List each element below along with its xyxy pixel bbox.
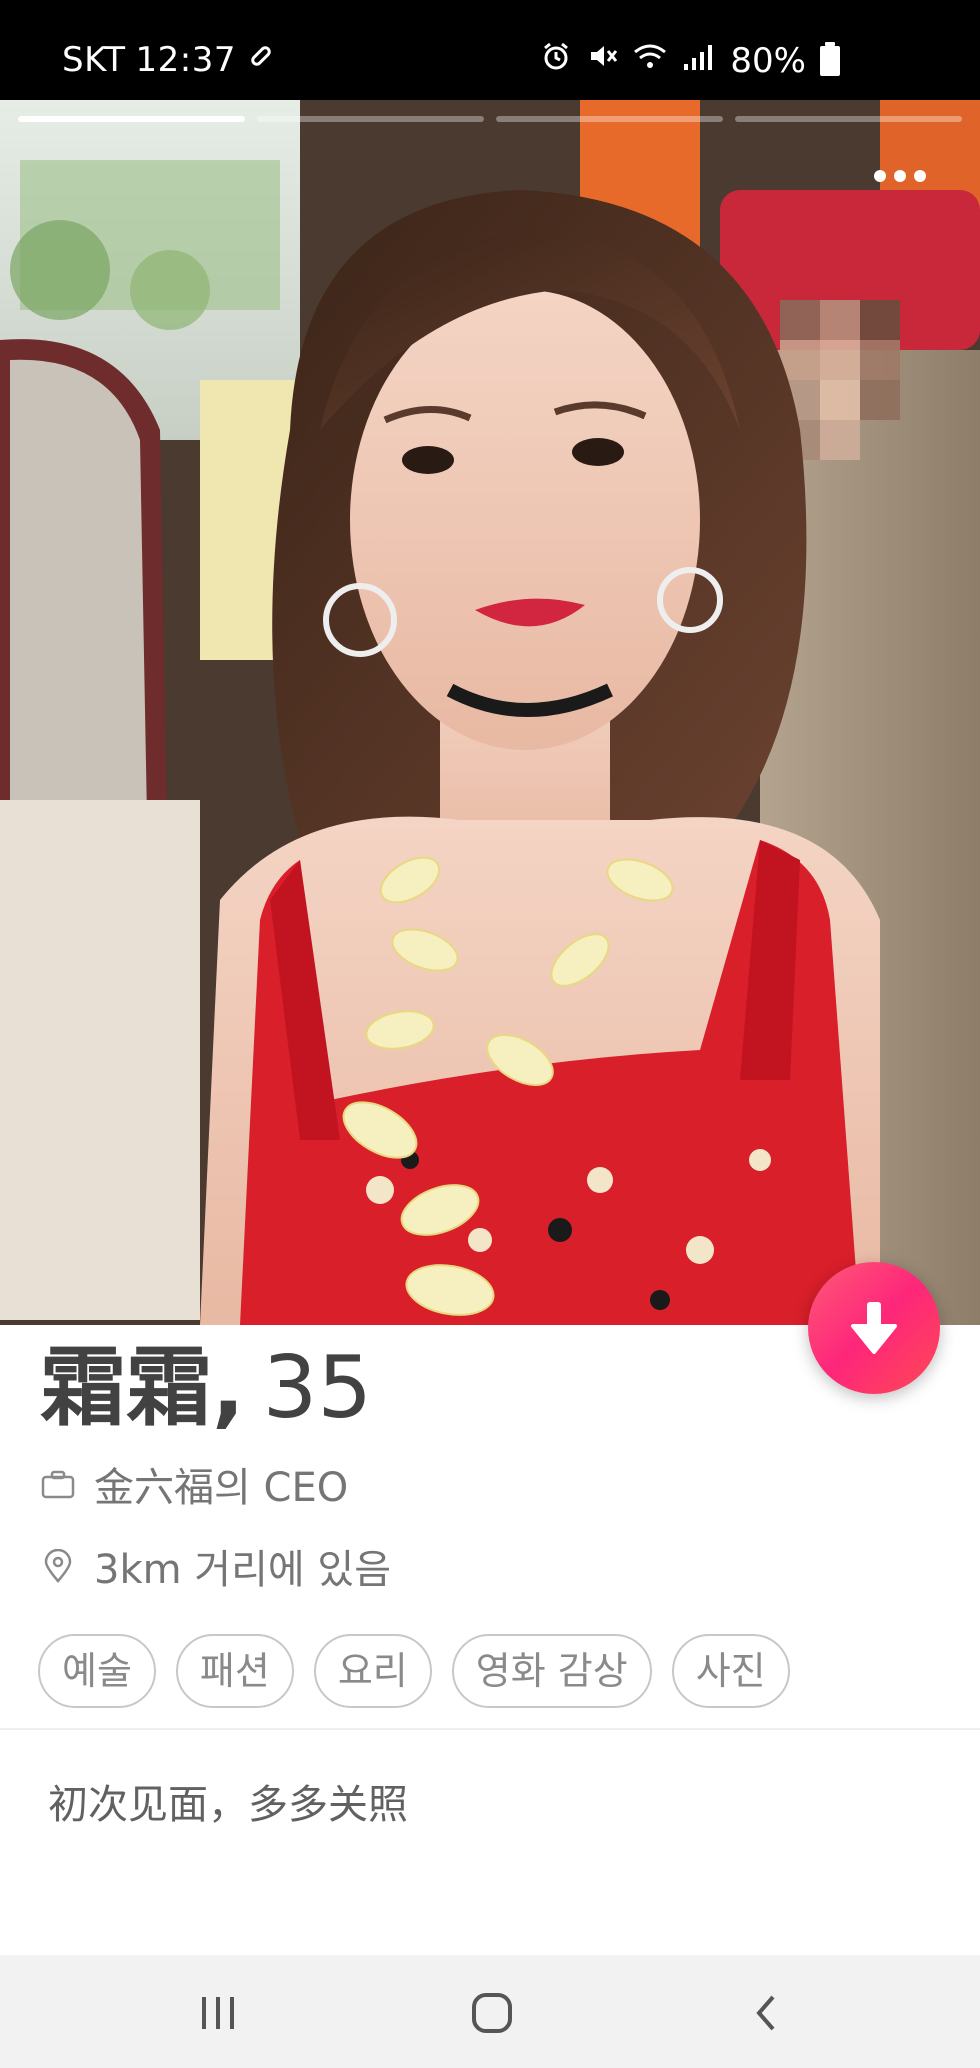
distance-text: 3km 거리에 있음 xyxy=(94,1547,392,1593)
progress-segment xyxy=(18,116,245,122)
dot xyxy=(874,170,886,182)
home-icon[interactable] xyxy=(462,1991,522,2035)
name-row: 霜霜 , 35 xyxy=(40,1345,940,1431)
screen: SKT 12:37 80% 霜霜 , 35 金六福의 CEO 3km 거리에 있… xyxy=(0,0,980,2068)
back-icon[interactable] xyxy=(736,1991,796,2035)
profile-photo[interactable] xyxy=(0,100,980,1325)
profile-age: 35 xyxy=(262,1338,373,1438)
briefcase-icon xyxy=(40,1466,76,1502)
recent-apps-icon[interactable] xyxy=(188,1991,248,2035)
interest-tag: 패션 xyxy=(175,1634,294,1708)
photo-illustration xyxy=(0,100,980,1325)
interest-tag: 사진 xyxy=(671,1634,790,1708)
key-icon xyxy=(246,40,276,80)
photo-progress xyxy=(18,116,962,124)
status-right: 80% xyxy=(540,40,840,81)
name-separator: , xyxy=(212,1338,245,1438)
carrier-label: SKT xyxy=(62,40,126,80)
dot xyxy=(914,170,926,182)
status-bar: SKT 12:37 80% xyxy=(0,0,980,100)
interest-tag: 예술 xyxy=(38,1634,156,1708)
signal-icon xyxy=(682,41,716,81)
status-left: SKT 12:37 xyxy=(62,40,276,80)
profile-bio: 初次见面，多多关照 xyxy=(48,1782,408,1828)
profile-name: 霜霜 xyxy=(40,1338,212,1438)
interest-tag: 영화 감상 xyxy=(451,1634,652,1708)
alarm-icon xyxy=(540,40,572,81)
section-divider xyxy=(0,1728,980,1730)
dot xyxy=(894,170,906,182)
distance-row: 3km 거리에 있음 xyxy=(40,1537,940,1595)
time-label: 12:37 xyxy=(135,40,236,80)
interest-tags: 예술 패션 요리 영화 감상 사진 xyxy=(38,1634,790,1708)
system-nav-bar xyxy=(0,1955,980,2068)
job-row: 金六福의 CEO xyxy=(40,1455,940,1513)
progress-segment xyxy=(735,116,962,122)
mute-icon xyxy=(586,40,618,81)
location-pin-icon xyxy=(40,1548,76,1584)
interest-tag: 요리 xyxy=(313,1634,432,1708)
wifi-icon xyxy=(632,41,668,81)
more-options-icon[interactable] xyxy=(860,156,940,196)
profile-info: 霜霜 , 35 金六福의 CEO 3km 거리에 있음 xyxy=(40,1345,940,1595)
progress-segment xyxy=(257,116,484,122)
progress-segment xyxy=(496,116,723,122)
arrow-down-icon xyxy=(851,1302,897,1354)
battery-label: 80% xyxy=(730,40,806,81)
close-profile-button[interactable] xyxy=(808,1262,940,1394)
battery-icon xyxy=(820,41,840,76)
job-text: 金六福의 CEO xyxy=(94,1465,349,1511)
